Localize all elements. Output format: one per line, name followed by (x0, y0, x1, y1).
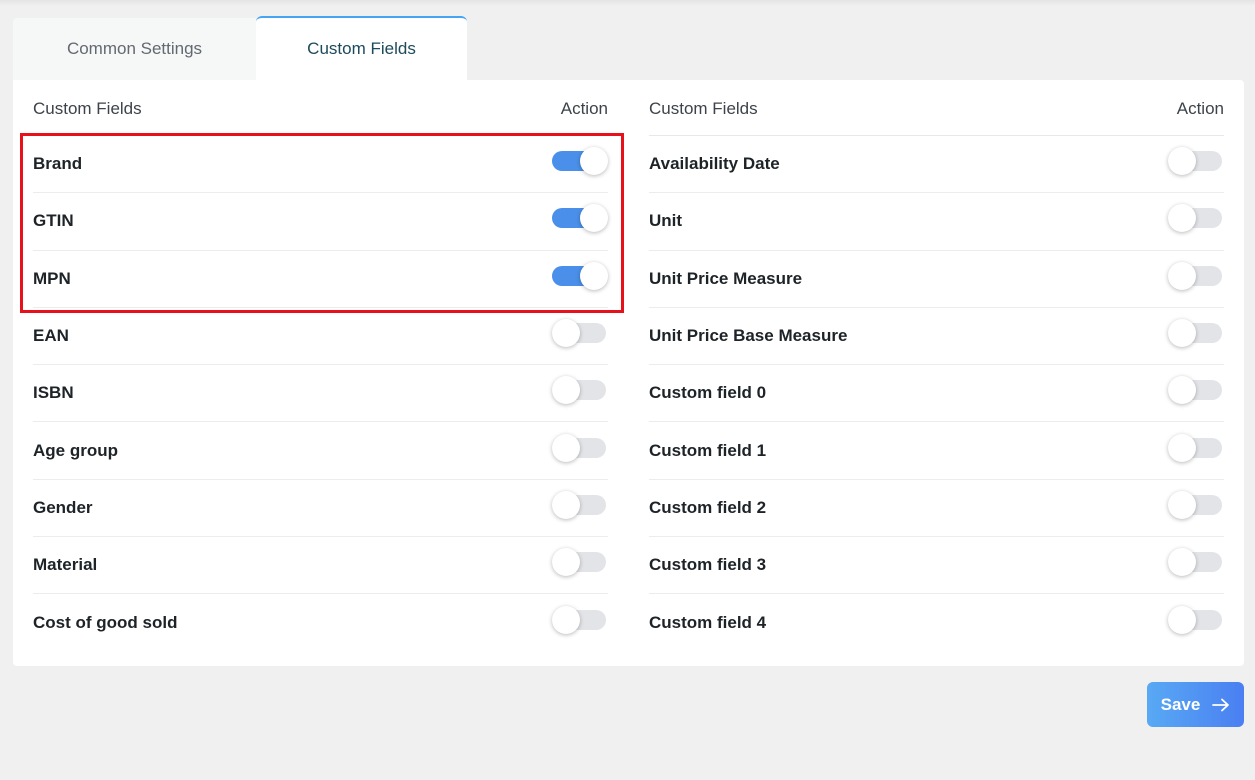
field-toggle[interactable] (1168, 261, 1224, 290)
field-row: Unit (649, 193, 1224, 251)
toggle-knob (552, 606, 580, 635)
field-label: Material (33, 555, 98, 575)
field-row: Unit Price Measure (649, 251, 1224, 308)
field-row: Custom field 2 (649, 480, 1224, 538)
toggle-knob (1168, 548, 1196, 577)
right-fields-column: Custom Fields Action Availability Date Un… (649, 80, 1224, 652)
field-row: Gender (33, 480, 608, 538)
save-button-label: Save (1160, 694, 1201, 714)
toggle-knob (580, 261, 608, 290)
field-label: Unit Price Base Measure (649, 326, 848, 346)
field-label: Cost of good sold (33, 613, 178, 633)
toggle-knob (552, 490, 580, 519)
settings-tabs: Common Settings Custom Fields (13, 16, 467, 80)
left-rows: Brand GTIN MPN EAN ISBN Age group Gender Materi… (33, 136, 608, 652)
field-row: GTIN (33, 193, 608, 251)
toggle-knob (552, 548, 580, 577)
field-row: Custom field 0 (649, 365, 1224, 423)
toggle-knob (1168, 376, 1196, 405)
left-fields-column: Custom Fields Action Brand GTIN MPN EAN ISBN… (33, 80, 608, 652)
toggle-knob (552, 433, 580, 462)
field-toggle[interactable] (552, 261, 608, 290)
custom-fields-panel: Custom Fields Action Brand GTIN MPN EAN ISBN… (13, 80, 1244, 666)
field-row: Availability Date (649, 136, 1224, 194)
field-row: Material (33, 537, 608, 595)
toggle-knob (580, 147, 608, 176)
field-toggle[interactable] (552, 376, 608, 405)
field-toggle[interactable] (552, 548, 608, 577)
top-shade (0, 0, 1255, 6)
field-label: EAN (33, 326, 69, 346)
field-toggle[interactable] (1168, 433, 1224, 462)
field-row: Age group (33, 422, 608, 480)
toggle-knob (1168, 606, 1196, 635)
field-row: Custom field 1 (649, 422, 1224, 480)
field-toggle[interactable] (552, 204, 608, 233)
column-header-action: Action (560, 98, 608, 118)
field-toggle[interactable] (1168, 548, 1224, 577)
field-toggle[interactable] (1168, 606, 1224, 635)
field-row: Custom field 3 (649, 537, 1224, 595)
field-row: Unit Price Base Measure (649, 308, 1224, 366)
column-header-fields: Custom Fields (33, 98, 142, 118)
toggle-knob (1168, 490, 1196, 519)
field-toggle[interactable] (552, 147, 608, 176)
field-label: Custom field 2 (649, 497, 767, 517)
field-label: Age group (33, 440, 118, 460)
right-rows: Availability Date Unit Unit Price Measure U… (649, 136, 1224, 652)
field-toggle[interactable] (552, 490, 608, 519)
left-column-header: Custom Fields Action (33, 80, 608, 136)
field-label: Custom field 4 (649, 613, 767, 633)
field-toggle[interactable] (1168, 204, 1224, 233)
field-toggle[interactable] (552, 433, 608, 462)
tab-common-settings[interactable]: Common Settings (13, 18, 256, 80)
toggle-knob (1168, 433, 1196, 462)
arrow-right-icon (1212, 698, 1230, 711)
field-row: Cost of good sold (33, 594, 608, 651)
toggle-knob (1168, 147, 1196, 176)
field-label: Gender (33, 497, 93, 517)
tab-custom-fields[interactable]: Custom Fields (256, 16, 467, 80)
toggle-knob (552, 376, 580, 405)
field-toggle[interactable] (1168, 490, 1224, 519)
field-row: ISBN (33, 365, 608, 423)
toggle-knob (552, 319, 580, 348)
save-button[interactable]: Save (1147, 682, 1244, 727)
field-label: ISBN (33, 383, 74, 403)
field-label: Custom field 1 (649, 440, 767, 460)
toggle-knob (1168, 319, 1196, 348)
field-label: GTIN (33, 211, 74, 231)
column-header-action: Action (1176, 98, 1224, 118)
field-label: Unit (649, 211, 683, 231)
field-row: MPN (33, 251, 608, 308)
field-toggle[interactable] (1168, 319, 1224, 348)
toggle-knob (580, 204, 608, 233)
field-toggle[interactable] (1168, 376, 1224, 405)
column-header-fields: Custom Fields (649, 98, 758, 118)
field-row: Brand (33, 136, 608, 194)
toggle-knob (1168, 261, 1196, 290)
field-row: Custom field 4 (649, 594, 1224, 651)
right-column-header: Custom Fields Action (649, 80, 1224, 136)
field-label: Availability Date (649, 154, 780, 174)
field-toggle[interactable] (1168, 147, 1224, 176)
field-label: Unit Price Measure (649, 268, 803, 288)
field-label: Custom field 0 (649, 383, 767, 403)
field-label: MPN (33, 268, 71, 288)
field-label: Custom field 3 (649, 555, 767, 575)
field-label: Brand (33, 154, 83, 174)
toggle-knob (1168, 204, 1196, 233)
field-row: EAN (33, 308, 608, 366)
field-toggle[interactable] (552, 319, 608, 348)
field-toggle[interactable] (552, 606, 608, 635)
